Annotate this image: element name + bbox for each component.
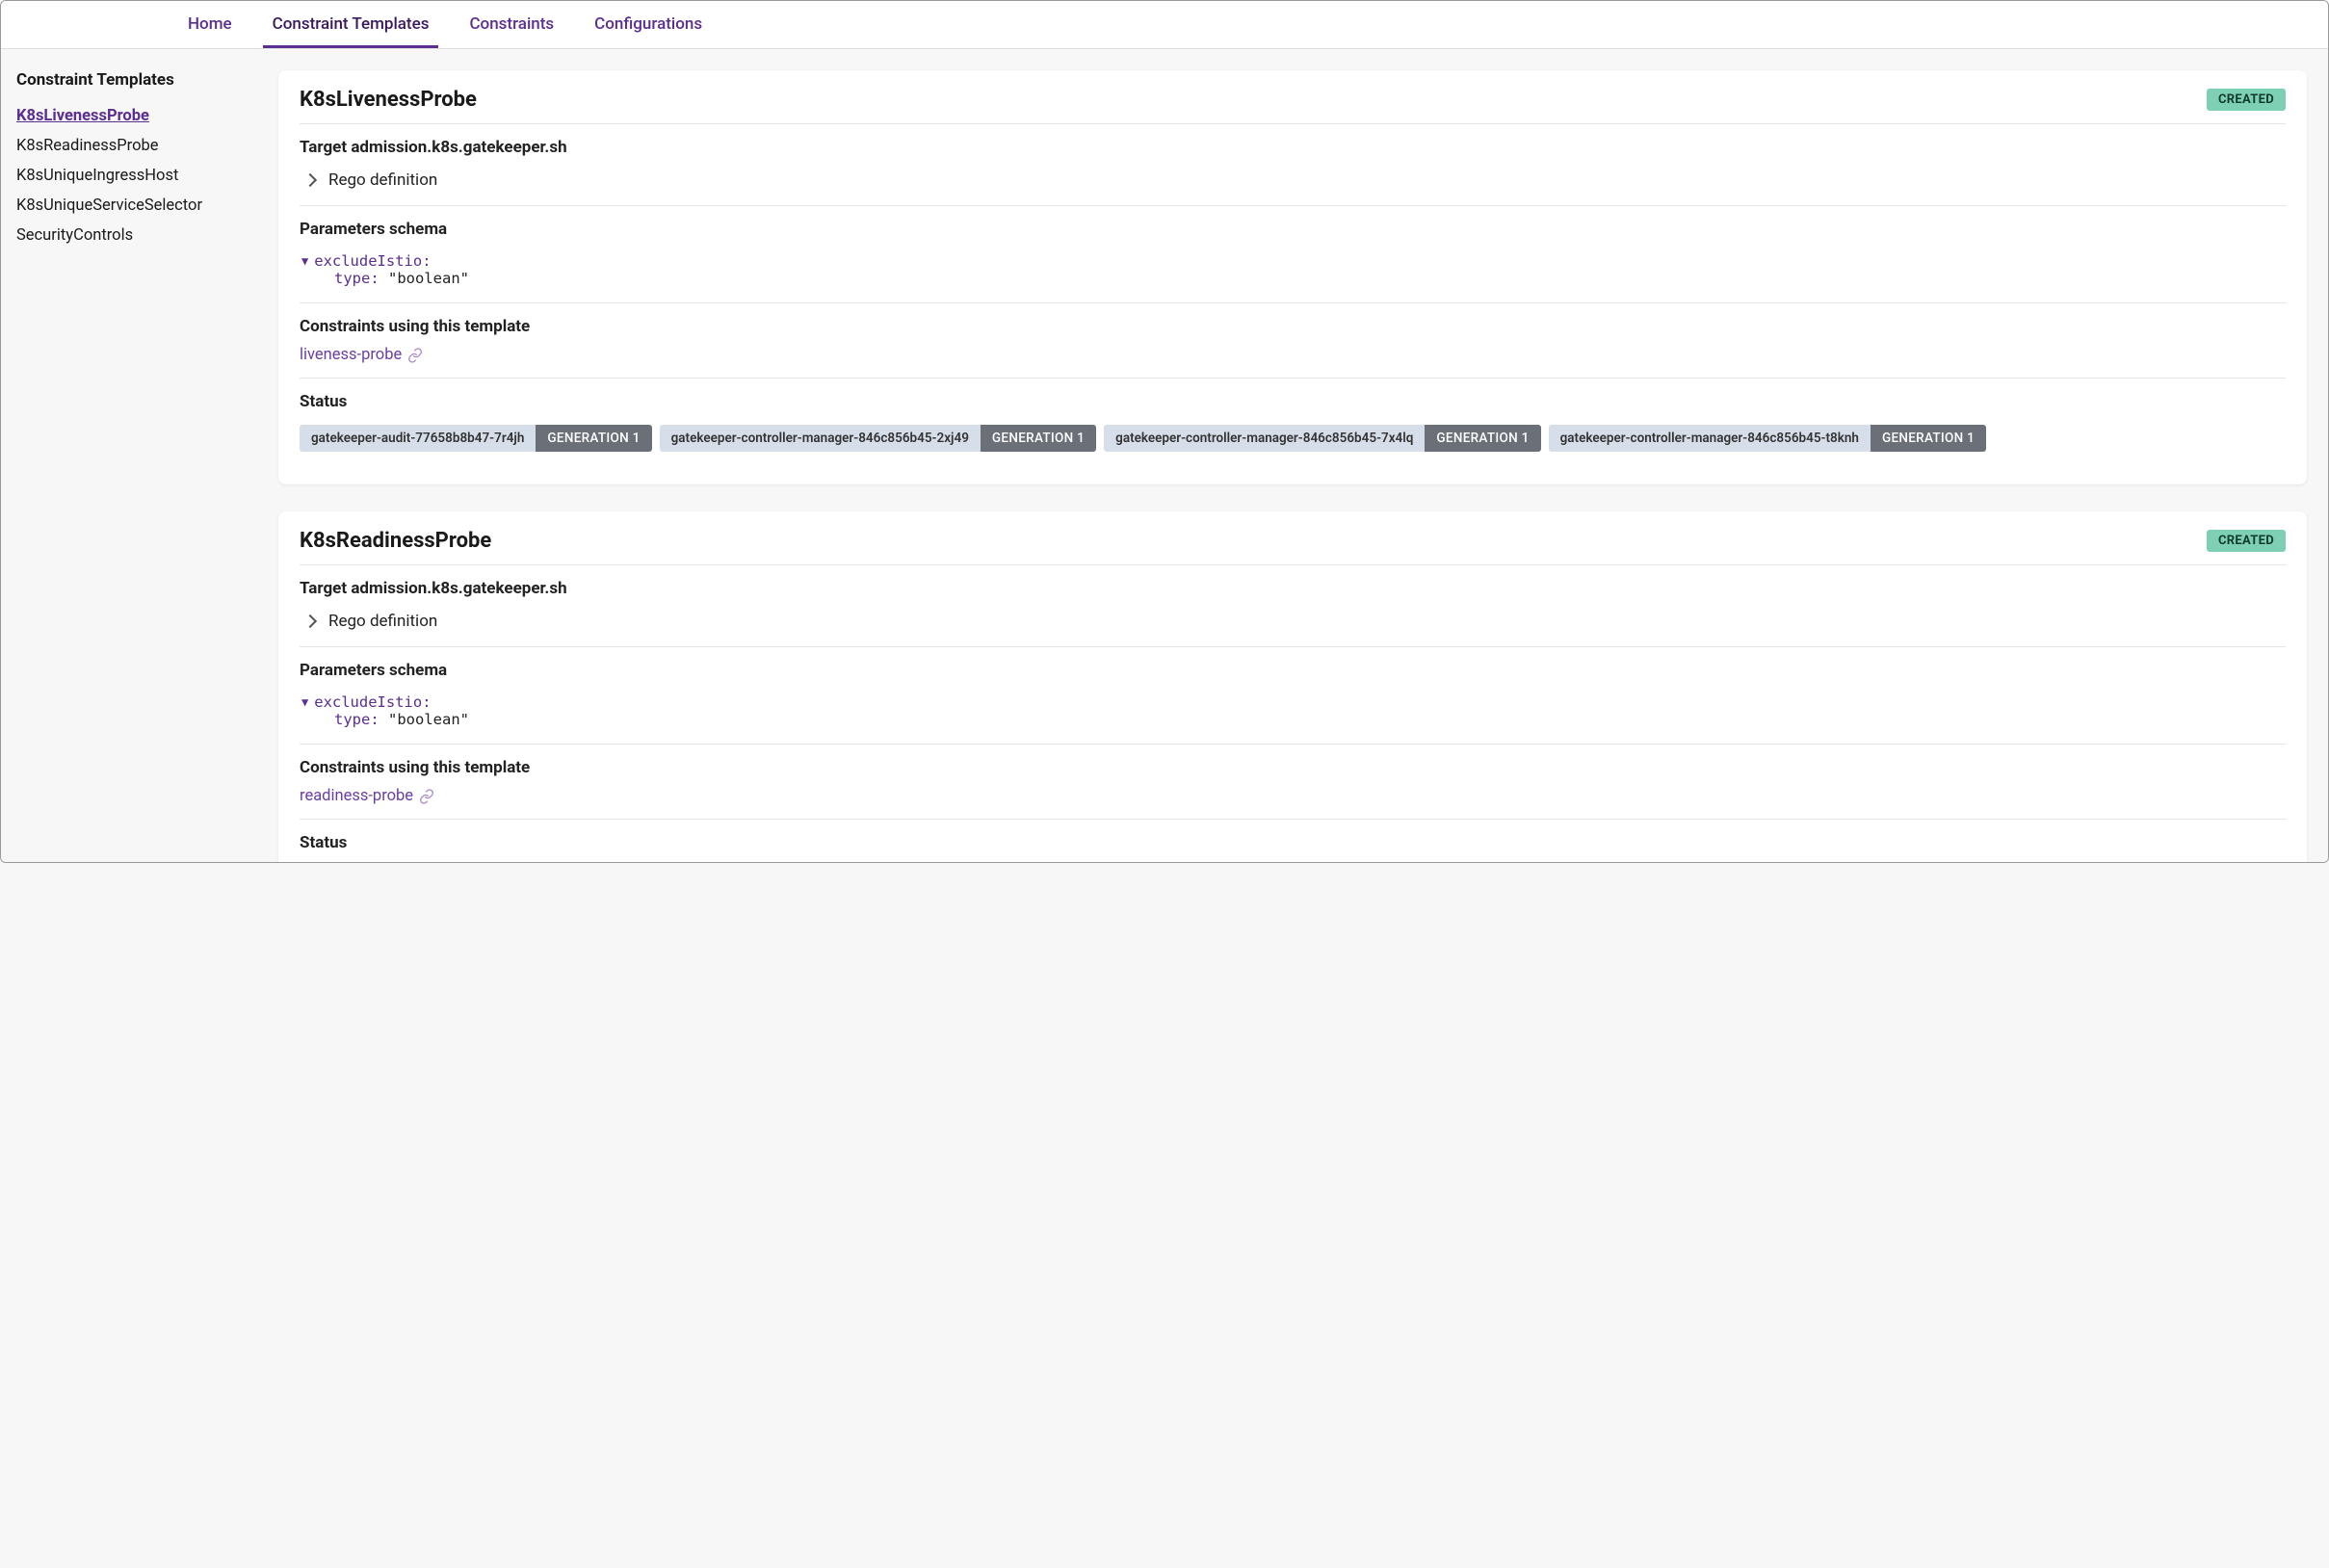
pod-pill: gatekeeper-controller-manager-846c856b45… bbox=[660, 425, 1097, 452]
schema-type-value: "boolean" bbox=[388, 711, 469, 728]
pod-generation: GENERATION 1 bbox=[1425, 425, 1540, 452]
sidebar-item-securitycontrols[interactable]: SecurityControls bbox=[16, 221, 255, 250]
parameters-schema-tree: ▼ excludeIstio:type: "boolean" bbox=[300, 690, 2286, 730]
target-heading: Target admission.k8s.gatekeeper.sh bbox=[300, 579, 2286, 598]
rego-definition-toggle[interactable]: Rego definition bbox=[300, 167, 2286, 192]
constraint-link[interactable]: readiness-probe bbox=[300, 787, 413, 805]
tree-collapse-icon[interactable]: ▼ bbox=[301, 695, 308, 709]
main-scroll[interactable]: Home Constraint Templates Constraints Confi… bbox=[1, 1, 2328, 862]
nav-tab-home[interactable]: Home bbox=[178, 1, 242, 48]
sidebar-title: Constraint Templates bbox=[16, 70, 255, 90]
sidebar-list: K8sLivenessProbeK8sReadinessProbeK8sUniq… bbox=[16, 101, 255, 250]
pod-generation: GENERATION 1 bbox=[981, 425, 1096, 452]
tree-collapse-icon[interactable]: ▼ bbox=[301, 254, 308, 268]
pod-name: gatekeeper-audit-77658b8b47-7r4jh bbox=[300, 425, 536, 452]
schema-type-key: type: bbox=[334, 270, 379, 287]
pod-generation: GENERATION 1 bbox=[1871, 425, 1986, 452]
template-card: K8sReadinessProbe CREATED Target admission… bbox=[278, 511, 2307, 862]
constraints-using-heading: Constraints using this template bbox=[300, 758, 2286, 777]
rego-definition-label: Rego definition bbox=[328, 170, 437, 190]
parameters-schema-tree: ▼ excludeIstio:type: "boolean" bbox=[300, 248, 2286, 289]
pod-pill: gatekeeper-controller-manager-846c856b45… bbox=[1104, 425, 1540, 452]
link-icon[interactable] bbox=[419, 789, 434, 804]
top-nav: Home Constraint Templates Constraints Confi… bbox=[1, 1, 2328, 49]
constraints-using-heading: Constraints using this template bbox=[300, 317, 2286, 336]
status-badge: CREATED bbox=[2207, 89, 2286, 111]
sidebar-item-k8suniqueserviceselector[interactable]: K8sUniqueServiceSelector bbox=[16, 191, 255, 221]
status-heading: Status bbox=[300, 392, 2286, 411]
status-badge: CREATED bbox=[2207, 530, 2286, 552]
sidebar-item-k8suniqueingresshost[interactable]: K8sUniqueIngressHost bbox=[16, 161, 255, 191]
link-icon[interactable] bbox=[407, 348, 423, 363]
schema-type-key: type: bbox=[334, 711, 379, 728]
parameters-schema-heading: Parameters schema bbox=[300, 220, 2286, 239]
nav-tab-constraints[interactable]: Constraints bbox=[459, 1, 563, 48]
chevron-right-icon bbox=[303, 614, 317, 628]
parameters-schema-heading: Parameters schema bbox=[300, 661, 2286, 680]
nav-tab-configurations[interactable]: Configurations bbox=[585, 1, 712, 48]
status-pills: gatekeeper-audit-77658b8b47-7r4jhGENERAT… bbox=[300, 421, 2286, 452]
template-title: K8sReadinessProbe bbox=[300, 529, 491, 553]
schema-key: excludeIstio: bbox=[314, 693, 431, 711]
pod-pill: gatekeeper-audit-77658b8b47-7r4jhGENERAT… bbox=[300, 425, 652, 452]
schema-key: excludeIstio: bbox=[314, 252, 431, 270]
rego-definition-label: Rego definition bbox=[328, 612, 437, 631]
chevron-right-icon bbox=[303, 173, 317, 187]
pod-name: gatekeeper-controller-manager-846c856b45… bbox=[660, 425, 981, 452]
template-card: K8sLivenessProbe CREATED Target admission.… bbox=[278, 70, 2307, 484]
pod-pill: gatekeeper-controller-manager-846c856b45… bbox=[1549, 425, 1987, 452]
template-title: K8sLivenessProbe bbox=[300, 88, 477, 112]
content-area: K8sLivenessProbe CREATED Target admission.… bbox=[271, 49, 2328, 862]
pod-name: gatekeeper-controller-manager-846c856b45… bbox=[1549, 425, 1871, 452]
pod-name: gatekeeper-controller-manager-846c856b45… bbox=[1104, 425, 1425, 452]
constraint-link[interactable]: liveness-probe bbox=[300, 346, 402, 364]
target-heading: Target admission.k8s.gatekeeper.sh bbox=[300, 138, 2286, 157]
sidebar-item-k8slivenessprobe[interactable]: K8sLivenessProbe bbox=[16, 101, 255, 131]
sidebar: Constraint Templates K8sLivenessProbeK8s… bbox=[1, 49, 271, 862]
rego-definition-toggle[interactable]: Rego definition bbox=[300, 608, 2286, 633]
schema-type-value: "boolean" bbox=[388, 270, 469, 287]
nav-tab-constraint-templates[interactable]: Constraint Templates bbox=[263, 1, 439, 48]
pod-generation: GENERATION 1 bbox=[536, 425, 651, 452]
sidebar-item-k8sreadinessprobe[interactable]: K8sReadinessProbe bbox=[16, 131, 255, 161]
status-heading: Status bbox=[300, 833, 2286, 852]
